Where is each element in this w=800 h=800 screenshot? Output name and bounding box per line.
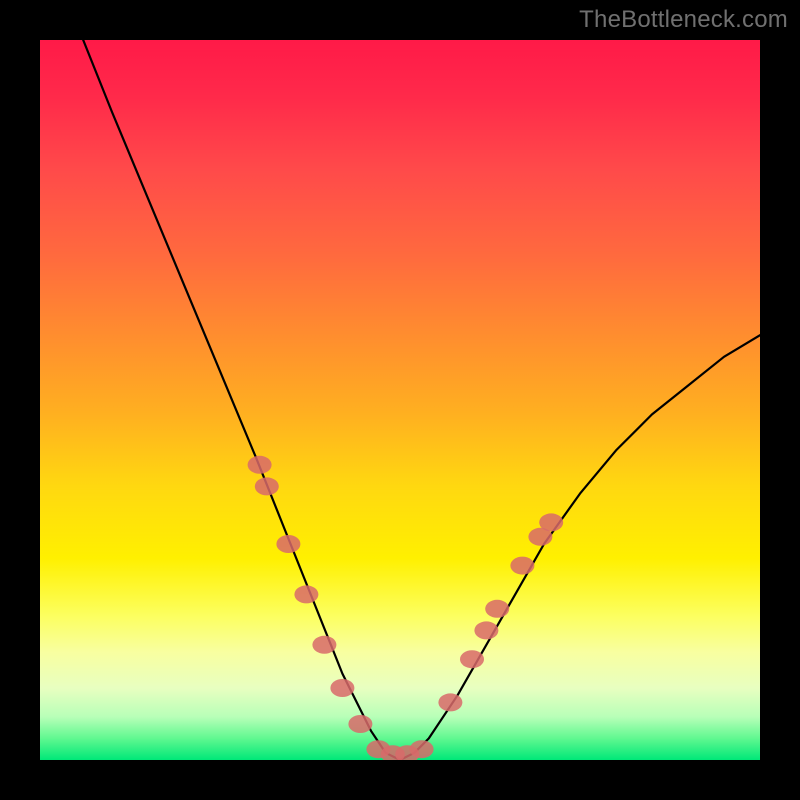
dots-left-branch-dot xyxy=(248,456,272,474)
dots-left-branch-dot xyxy=(255,477,279,495)
bottleneck-curve xyxy=(83,40,760,760)
dots-left-branch-dot xyxy=(276,535,300,553)
dots-right-branch-dot xyxy=(485,600,509,618)
dots-valley-floor-dot xyxy=(410,740,434,758)
dots-left-branch-dot xyxy=(330,679,354,697)
curve-layer xyxy=(40,40,760,760)
dots-right-branch-dot xyxy=(474,621,498,639)
dots-right-branch-dot xyxy=(539,513,563,531)
dots-left-branch-dot xyxy=(294,585,318,603)
watermark-label: TheBottleneck.com xyxy=(579,6,788,34)
dots-right-branch-dot xyxy=(438,693,462,711)
chart-frame: TheBottleneck.com xyxy=(0,0,800,800)
dots-right-branch-dot xyxy=(510,557,534,575)
dots-right-branch-dot xyxy=(460,650,484,668)
dots-left-branch-dot xyxy=(348,715,372,733)
plot-area xyxy=(40,40,760,760)
dots-left-branch-dot xyxy=(312,636,336,654)
